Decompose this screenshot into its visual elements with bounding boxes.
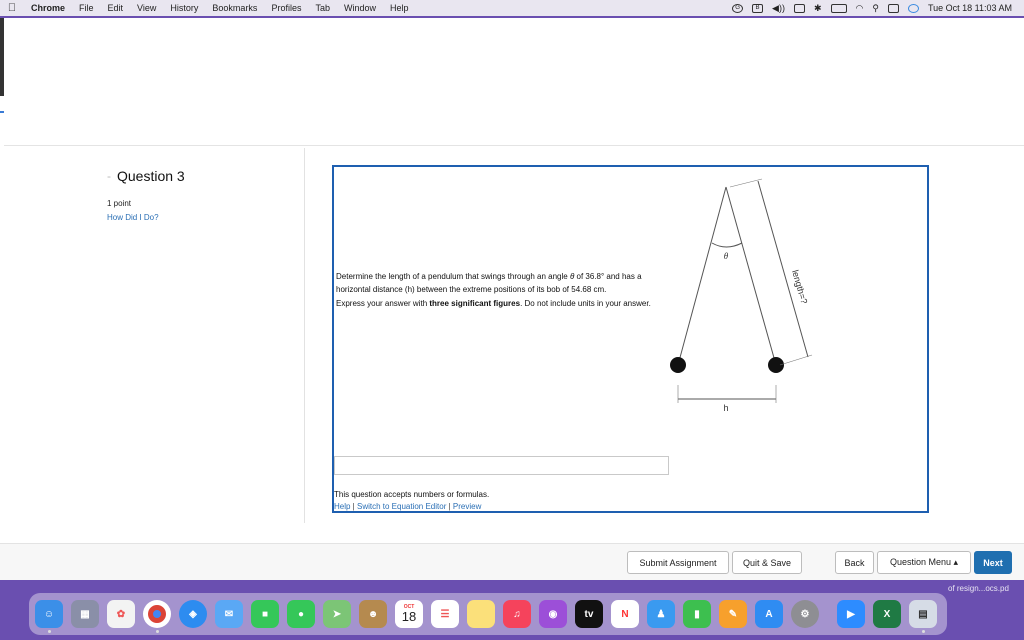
length-extension-bottom	[779, 354, 813, 366]
next-button[interactable]: Next	[974, 551, 1012, 574]
instruction-text: . Do not include units in your answer.	[520, 299, 651, 308]
menu-file[interactable]: File	[72, 3, 101, 13]
mail-icon[interactable]: ✉	[215, 600, 243, 628]
dock: ☺ ▦ ✿ ◈ ✉ ■ ● ➤ ☻ OCT 18 ☰ ♫ ◉ tv N ♟ ▮ …	[29, 593, 947, 635]
menu-bar:  Chrome File Edit View History Bookmark…	[0, 0, 1024, 16]
finder-icon[interactable]: ☺	[35, 600, 63, 628]
theta-label: θ	[724, 251, 729, 261]
photos-icon[interactable]: ✿	[107, 600, 135, 628]
calendar-day: 18	[401, 609, 417, 624]
maps-icon[interactable]: ➤	[323, 600, 351, 628]
column-divider	[304, 148, 305, 523]
left-string	[677, 186, 727, 366]
help-link[interactable]: Help	[334, 502, 350, 511]
menu-view[interactable]: View	[130, 3, 163, 13]
preview-link[interactable]: Preview	[453, 502, 481, 511]
menu-tab[interactable]: Tab	[308, 3, 337, 13]
instruction-emphasis: three significant figures	[429, 299, 521, 308]
bottom-toolbar: Submit Assignment Quit & Save Back Quest…	[0, 543, 1024, 580]
chrome-running-dot	[156, 630, 159, 633]
menu-edit[interactable]: Edit	[101, 3, 131, 13]
preview-icon[interactable]: ▤	[909, 600, 937, 628]
help-links: Help | Switch to Equation Editor | Previ…	[334, 502, 481, 511]
how-did-i-do-link[interactable]: How Did I Do?	[107, 213, 159, 222]
equation-editor-link[interactable]: Switch to Equation Editor	[357, 502, 446, 511]
window-edge	[0, 18, 4, 96]
menu-history[interactable]: History	[163, 3, 205, 13]
music-icon[interactable]: ♫	[503, 600, 531, 628]
menu-app-chrome[interactable]: Chrome	[24, 3, 72, 13]
menu-bookmarks[interactable]: Bookmarks	[205, 3, 264, 13]
h-label: h	[723, 403, 728, 413]
zoom-icon[interactable]: ▶	[837, 600, 865, 628]
pages-icon[interactable]: ✎	[719, 600, 747, 628]
app-store-icon[interactable]: A	[755, 600, 783, 628]
question-text-part: Determine the length of a pendulum that …	[336, 272, 570, 281]
siri-icon[interactable]	[907, 3, 919, 13]
submit-assignment-button[interactable]: Submit Assignment	[627, 551, 729, 574]
battery-icon[interactable]	[830, 3, 847, 13]
tv-label: tv	[584, 608, 594, 620]
grammarly-icon[interactable]: G	[732, 3, 744, 13]
spotlight-icon[interactable]: ⚲	[872, 3, 879, 14]
question-header: - Question 3	[107, 168, 185, 184]
right-bob	[768, 357, 784, 373]
answer-input[interactable]	[334, 456, 669, 475]
question-title: Question 3	[117, 168, 185, 184]
numbers-icon[interactable]: ▮	[683, 600, 711, 628]
status-area: G B ◀)) ✱ ◠ ⚲ Tue Oct 18 11:03 AM	[732, 3, 1024, 14]
chrome-icon[interactable]	[143, 600, 171, 628]
question-box: Determine the length of a pendulum that …	[332, 165, 929, 513]
facetime-icon[interactable]: ■	[251, 600, 279, 628]
points-label: 1 point	[107, 199, 132, 208]
safari-icon[interactable]: ◈	[179, 600, 207, 628]
menu-help[interactable]: Help	[383, 3, 416, 13]
excel-icon[interactable]: X	[873, 600, 901, 628]
keynote-icon[interactable]: ♟	[647, 600, 675, 628]
pendulum-diagram: θ length=? h	[670, 178, 813, 413]
finder-running-dot	[48, 630, 51, 633]
preview-running-dot	[922, 630, 925, 633]
menu-profiles[interactable]: Profiles	[264, 3, 308, 13]
news-icon[interactable]: N	[611, 600, 639, 628]
length-extension-top	[729, 178, 763, 188]
question-menu-button[interactable]: Question Menu ▴	[877, 551, 971, 574]
apple-tv-icon[interactable]: tv	[575, 600, 603, 628]
calendar-icon[interactable]: OCT 18	[395, 600, 423, 628]
desktop-file-label[interactable]: of resign...ocs.pd	[948, 584, 1009, 593]
reminders-icon[interactable]: ☰	[431, 600, 459, 628]
contacts-icon[interactable]: ☻	[359, 600, 387, 628]
accepts-note: This question accepts numbers or formula…	[334, 490, 490, 499]
page-header-area	[4, 18, 1024, 146]
launchpad-icon[interactable]: ▦	[71, 600, 99, 628]
clock[interactable]: Tue Oct 18 11:03 AM	[928, 3, 1012, 13]
display-icon[interactable]	[793, 3, 805, 13]
system-preferences-icon[interactable]: ⚙	[791, 600, 819, 628]
menu-window[interactable]: Window	[337, 3, 383, 13]
back-button[interactable]: Back	[835, 551, 874, 574]
angle-arc	[711, 242, 743, 248]
wifi-icon[interactable]: ◠	[856, 3, 864, 14]
instruction-text: Express your answer with	[336, 299, 430, 308]
blue-marker	[0, 111, 4, 113]
control-center-icon[interactable]	[887, 3, 899, 13]
notes-icon[interactable]	[467, 600, 495, 628]
messages-icon[interactable]: ●	[287, 600, 315, 628]
podcasts-icon[interactable]: ◉	[539, 600, 567, 628]
browser-window: - Question 3 1 point How Did I Do? Deter…	[0, 18, 1024, 580]
right-string	[725, 186, 777, 366]
length-label: length=?	[790, 269, 809, 305]
question-text: Determine the length of a pendulum that …	[336, 271, 656, 313]
left-bob	[670, 357, 686, 373]
apple-icon[interactable]: 	[0, 2, 24, 14]
bluetooth-icon[interactable]: ✱	[814, 3, 822, 14]
bluetooth-ext-icon[interactable]: B	[752, 3, 764, 13]
volume-icon[interactable]: ◀))	[772, 3, 785, 14]
collapse-dash-icon[interactable]: -	[107, 169, 111, 183]
quit-save-button[interactable]: Quit & Save	[732, 551, 802, 574]
